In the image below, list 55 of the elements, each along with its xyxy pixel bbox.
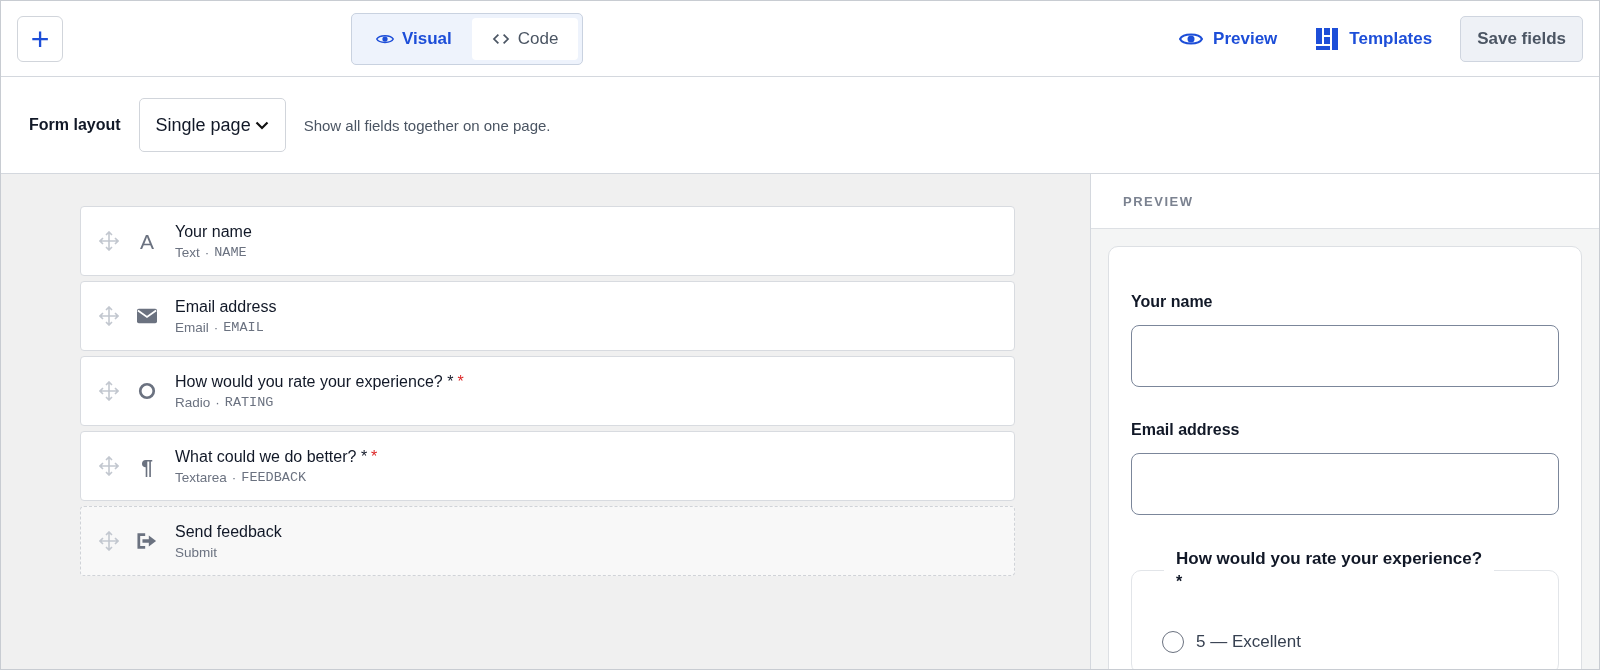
view-tab[interactable]: Code (471, 17, 579, 60)
field-title: How would you rate your experience? * * (175, 372, 464, 391)
form-layout-label: Form layout (29, 116, 121, 134)
field-title: Send feedback (175, 522, 282, 541)
toolbar-link[interactable]: Preview (1169, 27, 1288, 50)
option-label: 5 — Excellent (1196, 632, 1301, 652)
paragraph-icon: ¶ (141, 455, 153, 477)
input-field[interactable] (1131, 325, 1559, 387)
field-key: NAME (214, 244, 247, 260)
view-tab[interactable]: Visual (356, 17, 472, 60)
field-key: EMAIL (223, 319, 264, 335)
field-type: Email (175, 319, 209, 335)
required-asterisk: * (457, 372, 464, 390)
field-card[interactable]: ¶ What could we do better? * * Textarea · FEEDBACK (80, 431, 1015, 501)
move-handle-icon[interactable] (99, 306, 119, 326)
move-handle-icon[interactable] (99, 456, 119, 476)
field-card[interactable]: Send feedback Submit (80, 506, 1015, 576)
move-handle-icon[interactable] (99, 531, 119, 551)
field-title: What could we do better? * * (175, 447, 378, 466)
separator-dot: · (204, 244, 210, 260)
input-label: Your name (1131, 293, 1214, 311)
field-card[interactable]: Email address Email · EMAIL (80, 281, 1015, 351)
layout-icon (1315, 27, 1340, 50)
field-card[interactable]: How would you rate your experience? * * Radio · RATING (80, 356, 1015, 426)
layout-hint: Show all fields together on one page. (303, 116, 551, 134)
field-card[interactable]: A Your name Text · NAME (80, 206, 1015, 276)
exit-arrow-icon (137, 532, 157, 550)
separator-dot: · (215, 394, 220, 410)
field-type: Submit (175, 544, 218, 560)
preview-heading: PREVIEW (1123, 193, 1194, 209)
toolbar-link[interactable]: Templates (1305, 27, 1443, 50)
field-key: RATING (224, 394, 274, 410)
field-key: FEEDBACK (241, 469, 307, 485)
layout-select[interactable]: Single page (138, 98, 286, 152)
group-legend: How would you rate your experience? (1176, 549, 1483, 569)
required-asterisk: * (1176, 573, 1184, 591)
input-field[interactable] (1131, 453, 1559, 515)
code-icon (491, 31, 510, 46)
input-label: Email address (1131, 421, 1241, 439)
separator-dot: · (231, 469, 237, 485)
text-type-icon: A (140, 230, 154, 252)
chevron-down-icon (254, 120, 269, 130)
move-handle-icon[interactable] (99, 231, 119, 251)
field-title: Email address (175, 297, 277, 316)
radio-circle-icon (137, 382, 157, 400)
field-type: Textarea (175, 469, 227, 485)
add-button[interactable]: + (17, 15, 63, 62)
envelope-icon (137, 307, 157, 325)
field-type: Text (175, 244, 200, 260)
move-handle-icon[interactable] (99, 381, 119, 401)
field-title: Your name (175, 222, 252, 241)
required-asterisk: * (371, 447, 378, 465)
separator-dot: · (213, 319, 219, 335)
save-button[interactable]: Save fields (1460, 15, 1583, 62)
field-type: Radio (175, 394, 211, 410)
